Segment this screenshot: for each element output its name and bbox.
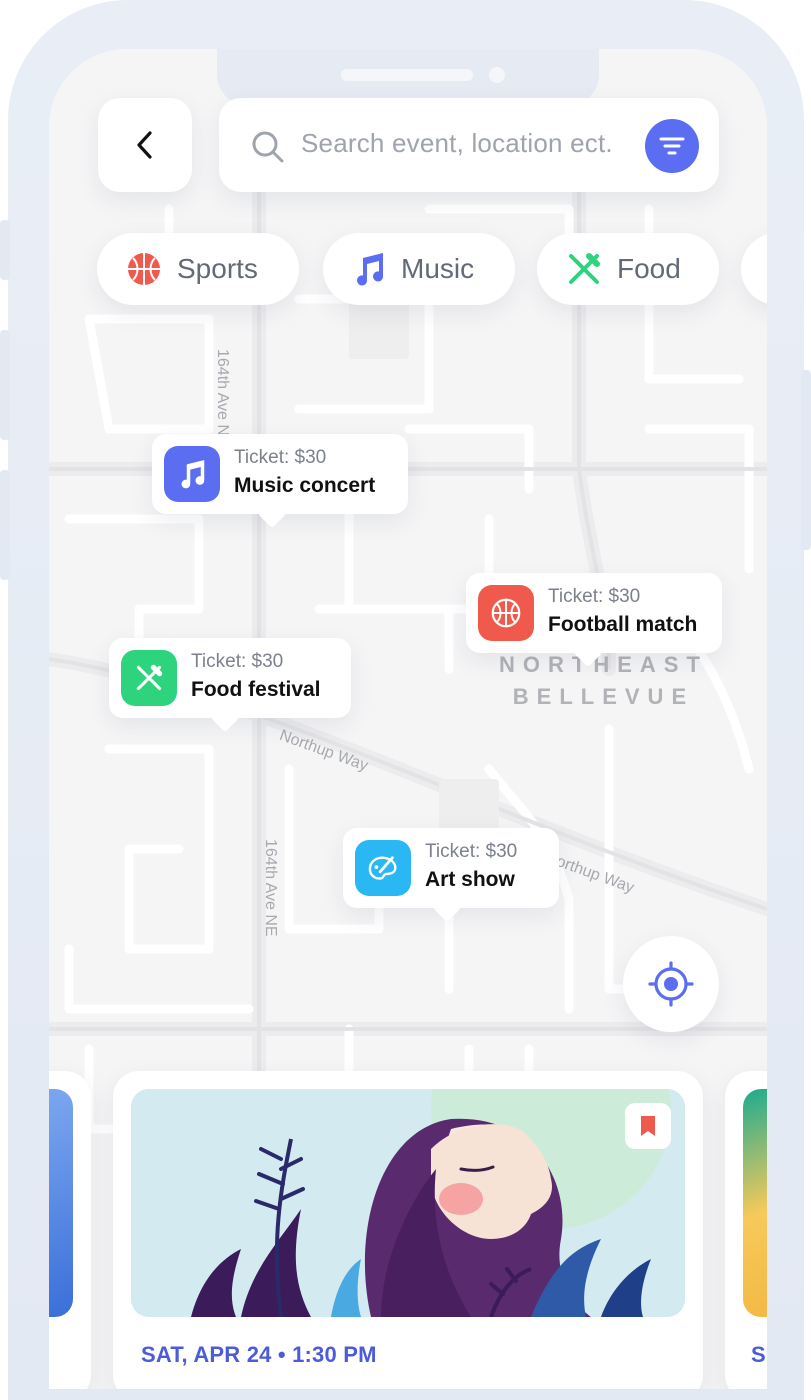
street-label: 164th Ave NE — [214, 349, 231, 447]
back-button[interactable] — [98, 98, 192, 192]
pin-price: Ticket: $30 — [234, 447, 327, 468]
pin-price: Ticket: $30 — [425, 841, 518, 862]
street-label: 164th Ave NE — [262, 839, 279, 937]
area-label-line2: BELLEVUE — [512, 684, 695, 709]
pin-price: Ticket: $30 — [548, 586, 641, 607]
pin-price: Ticket: $30 — [191, 651, 284, 672]
area-label: NORTHEAST BELLEVUE — [499, 649, 708, 713]
category-chip-label: Food — [617, 253, 681, 284]
phone-side-button — [0, 220, 10, 280]
music-note-icon — [164, 446, 220, 502]
paint-palette-icon — [355, 840, 411, 896]
app-screen: 164th Ave NE Northup Way Northup Way 164… — [49, 49, 767, 1389]
event-card-previous[interactable] — [49, 1071, 91, 1389]
event-date: SAT, APR 24 • 1:30 PM — [141, 1342, 377, 1367]
search-bar[interactable]: Search event, location ect. — [219, 98, 719, 192]
chevron-left-icon — [137, 131, 152, 159]
area-label-line1: NORTHEAST — [499, 652, 708, 677]
bookmark-icon — [641, 1116, 655, 1136]
camera — [489, 67, 505, 83]
map-pin-football-match[interactable]: Ticket: $30 Football match — [466, 573, 722, 653]
event-image — [131, 1089, 685, 1317]
pin-title: Football match — [548, 613, 698, 636]
basketball-icon — [127, 252, 161, 286]
speaker — [341, 69, 473, 81]
pin-title: Art show — [425, 868, 515, 891]
map-pin-music-concert[interactable]: Ticket: $30 Music concert — [152, 434, 408, 514]
event-image-previous — [49, 1089, 73, 1317]
phone-volume-up — [0, 330, 10, 440]
event-date-next: S — [751, 1342, 766, 1367]
pin-title: Food festival — [191, 678, 321, 701]
map-pin-art-show[interactable]: Ticket: $30 Art show — [343, 828, 559, 908]
music-note-icon — [353, 252, 385, 286]
search-input[interactable]: Search event, location ect. — [301, 128, 613, 159]
event-image-next — [743, 1089, 767, 1317]
category-chip-label: Music — [401, 253, 475, 284]
map-pin-food-festival[interactable]: Ticket: $30 Food festival — [109, 638, 351, 718]
bookmark-button[interactable] — [625, 1103, 671, 1149]
filter-button[interactable] — [645, 119, 699, 173]
crosshair-icon — [648, 961, 694, 1007]
filter-icon — [659, 137, 685, 155]
fork-knife-icon — [567, 252, 601, 286]
search-icon — [252, 131, 284, 163]
category-chip-music[interactable]: Music — [323, 233, 515, 305]
event-illustration — [131, 1089, 685, 1317]
category-chip-sports[interactable]: Sports — [97, 233, 299, 305]
basketball-icon — [478, 585, 534, 641]
phone-volume-down — [0, 470, 10, 580]
event-card-next[interactable]: S — [725, 1071, 767, 1389]
event-card[interactable]: SAT, APR 24 • 1:30 PM — [113, 1071, 703, 1389]
phone-power-button — [801, 370, 811, 550]
my-location-button[interactable] — [623, 936, 719, 1032]
fork-knife-icon — [121, 650, 177, 706]
category-chip-label: Sports — [177, 253, 258, 284]
category-chip-food[interactable]: Food — [537, 233, 719, 305]
pin-title: Music concert — [234, 474, 376, 497]
